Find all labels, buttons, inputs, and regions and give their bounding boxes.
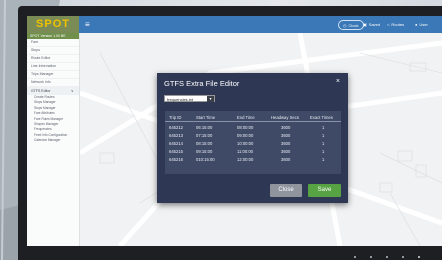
table-cell: 645216 <box>169 157 183 162</box>
sidebar-item-fare[interactable]: Fare <box>27 39 79 47</box>
file-select-value: frequencies.txt <box>167 97 194 102</box>
chevron-down-icon: ▾ <box>207 96 214 102</box>
saved-label: Saved <box>368 22 381 27</box>
saved-button[interactable]: ▣ Saved <box>363 20 380 29</box>
routes-label: Routes <box>391 22 405 27</box>
table-cell: 09:00:00 <box>237 133 254 138</box>
table-cell: 3600 <box>281 125 291 130</box>
app-screen: SPOT ≡ ◷ Clock ▣ Saved ⌂ Routes ● User S… <box>27 16 442 246</box>
sidebar-item-stops[interactable]: Stops <box>27 47 79 55</box>
menu-toggle-icon[interactable]: ≡ <box>85 19 90 30</box>
table-cell: 08:15:00 <box>196 141 213 146</box>
save-button[interactable]: Save <box>308 184 341 197</box>
column-header[interactable]: Start Time <box>196 115 215 120</box>
table-cell: 1 <box>322 141 325 146</box>
home-icon: ⌂ <box>387 22 390 27</box>
sidebar: SPOT Version 1.00 BE Fare Stops Route Ed… <box>27 33 80 246</box>
sidebar-item-line-information[interactable]: Line Information <box>27 63 79 71</box>
clock-button[interactable]: ◷ Clock <box>338 20 364 30</box>
user-button[interactable]: ● User <box>415 20 428 29</box>
column-header[interactable]: Headway Secs <box>271 115 299 120</box>
dialog-title: GTFS Extra File Editor <box>164 79 240 88</box>
table-cell: 3600 <box>281 133 291 138</box>
table-cell: 010:15:00 <box>196 157 215 162</box>
file-select[interactable]: frequencies.txt ▾ <box>164 95 215 102</box>
table-cell: 07:15:00 <box>196 133 213 138</box>
table-cell: 1 <box>322 125 325 130</box>
table-cell: 645215 <box>169 149 183 154</box>
table-cell: 06:15:00 <box>196 125 213 130</box>
routes-button[interactable]: ⌂ Routes <box>387 20 404 29</box>
monitor-button[interactable] <box>354 256 356 258</box>
table-cell: 645214 <box>169 141 183 146</box>
close-icon[interactable]: × <box>336 78 340 85</box>
column-header[interactable]: End Time <box>237 115 255 120</box>
table-cell: 645212 <box>169 125 183 130</box>
monitor-button[interactable] <box>386 256 388 258</box>
monitor-button[interactable] <box>402 256 404 258</box>
table-cell: 09:15:00 <box>196 149 213 154</box>
frequencies-table: Trip ID Start Time End Time Headway Secs… <box>165 111 341 174</box>
sidebar-item-network-info[interactable]: Network Info <box>27 79 79 87</box>
column-header[interactable]: Trip ID <box>169 115 181 120</box>
table-cell: 3600 <box>281 149 291 154</box>
table-cell: 11:00:00 <box>237 149 253 154</box>
table-cell: 1 <box>322 149 325 154</box>
section-label: GTFS Editor <box>31 89 51 93</box>
sidebar-section-gtfs-editor[interactable]: GTFS Editor ∨ <box>27 87 79 95</box>
app-logo[interactable]: SPOT <box>27 16 79 33</box>
header-divider <box>165 121 341 122</box>
sidebar-subitem[interactable]: Calendar Manager <box>27 138 79 143</box>
sidebar-item-trips-manager[interactable]: Trips Manager <box>27 71 79 79</box>
monitor-button[interactable] <box>370 256 372 258</box>
table-cell: 10:00:00 <box>237 141 254 146</box>
gtfs-extra-file-editor-dialog: GTFS Extra File Editor × frequencies.txt… <box>157 73 348 203</box>
chevron-down-icon: ∨ <box>71 89 74 93</box>
power-button[interactable] <box>418 256 420 258</box>
clock-label: Clock <box>348 22 359 28</box>
sidebar-item-route-editor[interactable]: Route Editor <box>27 55 79 63</box>
table-cell: 645213 <box>169 133 183 138</box>
table-cell: 08:00:00 <box>237 125 254 130</box>
user-label: User <box>419 22 428 27</box>
close-button[interactable]: Close <box>270 184 302 197</box>
top-bar: SPOT ≡ ◷ Clock ▣ Saved ⌂ Routes ● User <box>27 16 442 33</box>
column-header[interactable]: Exact Times <box>310 115 333 120</box>
table-cell: 3600 <box>281 157 291 162</box>
user-icon: ● <box>415 22 418 27</box>
table-cell: 12:00:00 <box>237 157 254 162</box>
table-cell: 3600 <box>281 141 291 146</box>
clock-icon: ◷ <box>343 22 347 28</box>
table-cell: 1 <box>322 157 325 162</box>
save-icon: ▣ <box>363 22 367 27</box>
table-cell: 1 <box>322 133 325 138</box>
